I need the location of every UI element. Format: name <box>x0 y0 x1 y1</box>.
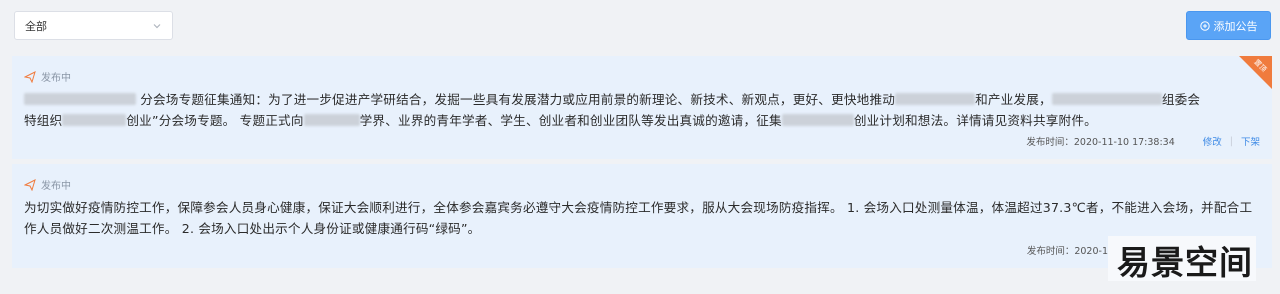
redacted-text <box>24 93 136 105</box>
notice-meta: 发布时间：2020-1 <box>1027 243 1108 257</box>
add-notice-button[interactable]: 添加公告 <box>1186 11 1271 40</box>
divider: | <box>1229 135 1233 147</box>
publish-time: 发布时间：2020-11-10 17:38:34 <box>1026 137 1175 148</box>
notice-content: 为切实做好疫情防控工作，保障参会人员身心健康，保证大会顺利进行，全体参会嘉宾务必… <box>24 200 1253 236</box>
send-icon <box>24 70 36 83</box>
notice-card: 置顶 发布中 分会场专题征集通知：为了进一步促进产学研结合，发掘一些具有发展潜力… <box>12 56 1272 159</box>
add-notice-label: 添加公告 <box>1213 19 1258 33</box>
notice-card: 发布中 为切实做好疫情防控工作，保障参会人员身心健康，保证大会顺利进行，全体参会… <box>12 164 1272 268</box>
redacted-text <box>781 114 854 126</box>
plus-circle-icon <box>1199 20 1210 31</box>
status-label: 发布中 <box>41 181 71 192</box>
redacted-text <box>303 114 360 126</box>
notice-meta: 发布时间：2020-11-10 17:38:34 修改 | 下架 <box>1026 134 1260 149</box>
status-filter-select[interactable]: 全部 <box>14 11 173 40</box>
send-icon <box>24 178 36 191</box>
redacted-text <box>62 114 127 126</box>
status-label: 发布中 <box>41 73 71 84</box>
filter-selected-value: 全部 <box>25 19 47 33</box>
notice-status: 发布中 <box>24 177 71 192</box>
edit-link[interactable]: 修改 <box>1203 134 1222 148</box>
chevron-down-icon <box>153 24 161 29</box>
redacted-text <box>1051 93 1162 105</box>
notice-content: 分会场专题征集通知：为了进一步促进产学研结合，发掘一些具有发展潜力或应用前景的新… <box>24 92 1201 128</box>
watermark-logo: 易景空间 <box>1117 243 1253 282</box>
offline-link[interactable]: 下架 <box>1241 134 1260 148</box>
notice-status: 发布中 <box>24 69 71 84</box>
publish-time: 发布时间：2020-1 <box>1026 246 1108 257</box>
pinned-badge: 置顶 <box>1234 56 1272 92</box>
redacted-text <box>895 93 976 105</box>
